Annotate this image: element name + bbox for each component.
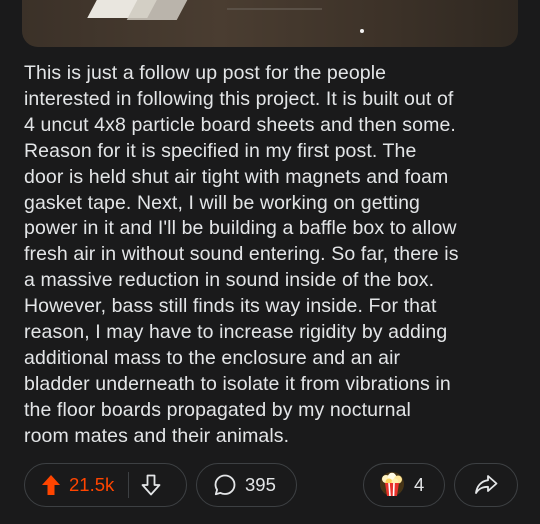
post-line: interested in following this project. It… bbox=[24, 87, 454, 110]
post-body-text: This is just a follow up post for the pe… bbox=[24, 61, 520, 450]
award-count: 4 bbox=[414, 474, 425, 495]
post-line: room mates and their animals. bbox=[24, 424, 290, 447]
post-action-bar: 21.5k 395 4 bbox=[24, 463, 518, 509]
post-line: Reason for it is specified in my first p… bbox=[24, 139, 417, 162]
upvote-arrow-icon bbox=[42, 475, 60, 495]
image-highlight-secondary bbox=[126, 0, 204, 20]
vote-control: 21.5k bbox=[24, 463, 187, 507]
share-arrow-icon bbox=[475, 475, 498, 494]
post-line: power in it and I'll be building a baffl… bbox=[24, 217, 457, 240]
post-line: a massive reduction in sound inside of t… bbox=[24, 269, 435, 292]
comment-count: 395 bbox=[245, 474, 276, 495]
award-button[interactable]: 4 bbox=[363, 463, 445, 507]
post-line: However, bass still finds its way inside… bbox=[24, 295, 437, 318]
post-line: additional mass to the enclosure and an … bbox=[24, 346, 401, 369]
comments-button[interactable]: 395 bbox=[196, 463, 297, 507]
post-line: bladder underneath to isolate it from vi… bbox=[24, 372, 451, 395]
upvote-count: 21.5k bbox=[69, 474, 115, 495]
share-button[interactable] bbox=[454, 463, 518, 507]
post-line: reason, I may have to increase rigidity … bbox=[24, 321, 448, 344]
post-line: gasket tape. Next, I will be working on … bbox=[24, 191, 420, 214]
award-popcorn-icon bbox=[380, 472, 404, 497]
downvote-arrow-icon bbox=[141, 474, 161, 496]
downvote-button[interactable] bbox=[141, 474, 161, 496]
vote-divider bbox=[128, 472, 130, 498]
post-line: This is just a follow up post for the pe… bbox=[24, 62, 387, 84]
image-detail bbox=[360, 29, 364, 33]
post-line: fresh air in without sound entering. So … bbox=[24, 243, 459, 266]
post-line: door is held shut air tight with magnets… bbox=[24, 165, 449, 188]
comment-bubble-icon bbox=[214, 474, 236, 496]
post-image[interactable] bbox=[22, 0, 518, 47]
post-line: 4 uncut 4x8 particle board sheets and th… bbox=[24, 113, 456, 136]
image-edge bbox=[227, 0, 322, 10]
upvote-button[interactable] bbox=[41, 474, 61, 496]
post-line: the floor boards propagated by my noctur… bbox=[24, 398, 411, 421]
